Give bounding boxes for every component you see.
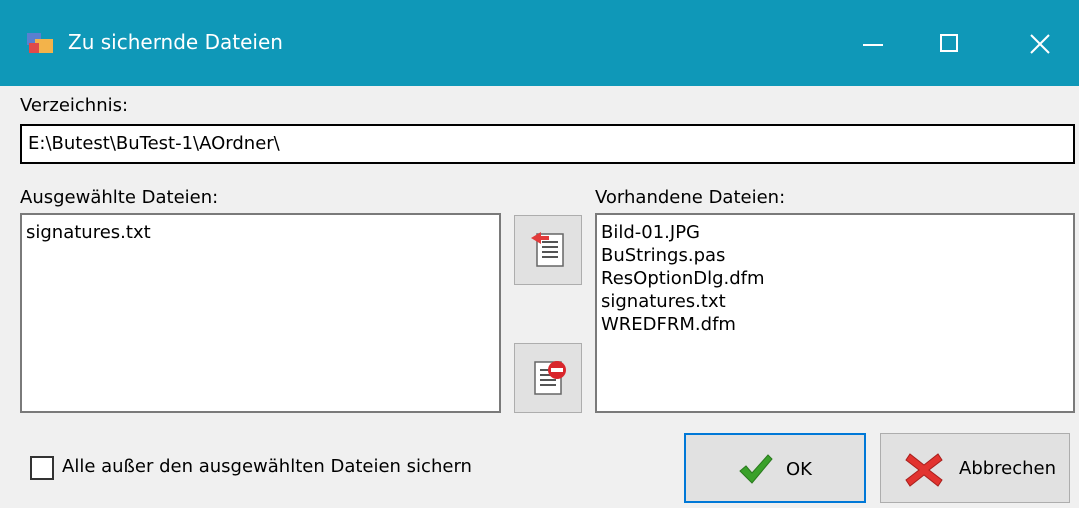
directory-label: Verzeichnis: — [20, 95, 129, 116]
all-except-selected-checkbox[interactable] — [30, 456, 54, 480]
selected-files-label: Ausgewählte Dateien: — [20, 187, 219, 208]
available-files-list[interactable]: Bild-01.JPG BuStrings.pas ResOptionDlg.d… — [595, 213, 1075, 413]
close-button[interactable] — [1010, 18, 1070, 70]
add-file-icon — [531, 232, 564, 267]
minimize-icon — [863, 44, 883, 46]
remove-file-button[interactable] — [514, 343, 582, 413]
checkmark-icon — [739, 454, 773, 484]
list-item[interactable]: ResOptionDlg.dfm — [601, 267, 1069, 290]
directory-input[interactable]: E:\Butest\BuTest-1\AOrdner\ — [20, 124, 1075, 164]
close-icon — [1030, 34, 1050, 54]
minimize-button[interactable] — [843, 18, 903, 70]
ok-button[interactable]: OK — [684, 433, 866, 503]
list-item[interactable]: BuStrings.pas — [601, 244, 1069, 267]
list-item[interactable]: Bild-01.JPG — [601, 221, 1069, 244]
all-except-selected-label[interactable]: Alle außer den ausgewählten Dateien sich… — [62, 456, 472, 477]
available-files-label: Vorhandene Dateien: — [595, 187, 786, 208]
maximize-button[interactable] — [920, 18, 980, 70]
cancel-label: Abbrechen — [959, 458, 1057, 479]
list-item[interactable]: signatures.txt — [601, 290, 1069, 313]
list-item[interactable]: WREDFRM.dfm — [601, 313, 1069, 336]
red-x-icon — [905, 453, 943, 487]
remove-file-icon — [534, 361, 566, 395]
ok-label: OK — [786, 459, 812, 480]
maximize-icon — [940, 34, 958, 52]
add-file-button[interactable] — [514, 215, 582, 285]
list-item[interactable]: signatures.txt — [26, 221, 495, 244]
app-icon — [27, 33, 53, 53]
dialog-window: Zu sichernde Dateien Verzeichnis: E:\But… — [0, 0, 1079, 508]
title-bar[interactable]: Zu sichernde Dateien — [0, 0, 1079, 86]
cancel-button[interactable]: Abbrechen — [880, 433, 1070, 503]
window-title: Zu sichernde Dateien — [68, 30, 283, 54]
selected-files-list[interactable]: signatures.txt — [20, 213, 501, 413]
